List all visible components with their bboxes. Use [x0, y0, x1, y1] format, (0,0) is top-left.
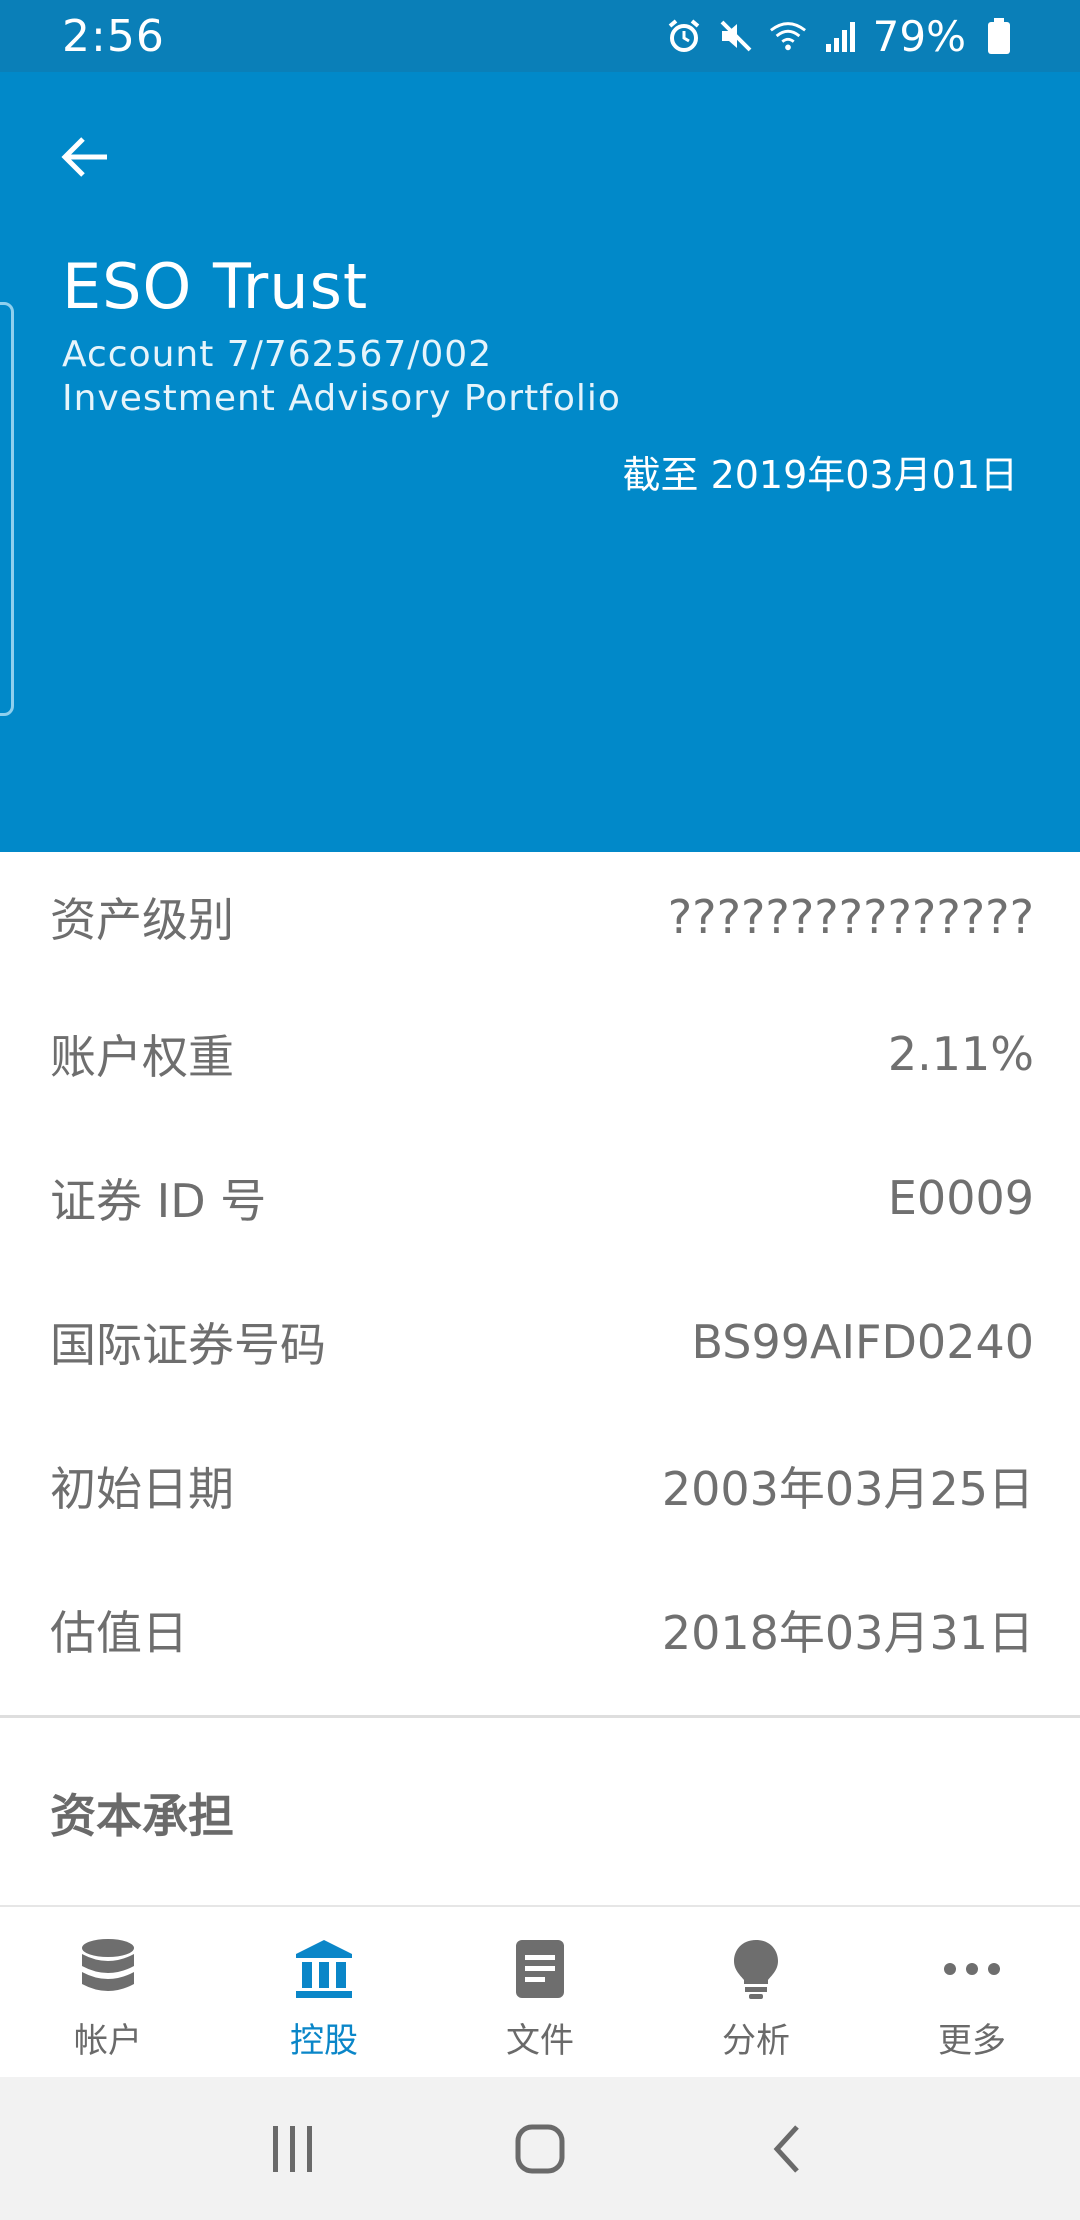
nav-holdings[interactable]: 控股	[216, 1907, 432, 2077]
detail-row-isin: 国际证券号码 BS99AIFD0240	[0, 1270, 1080, 1414]
bottom-navigation: 帐户 控股 文件 分析 更多	[0, 1905, 1080, 2077]
detail-value: BS99AIFD0240	[691, 1315, 1034, 1369]
account-name: ESO Trust	[62, 250, 369, 323]
detail-label: 初始日期	[50, 1462, 234, 1516]
detail-value: ???????????????	[667, 890, 1034, 944]
account-type: Investment Advisory Portfolio	[62, 378, 621, 419]
section-title[interactable]: 资本承担	[50, 1780, 234, 1846]
nav-analysis[interactable]: 分析	[648, 1907, 864, 2077]
nav-label: 帐户	[74, 2021, 142, 2061]
lightbulb-icon	[724, 1937, 788, 2001]
detail-value: 2.11%	[887, 1027, 1034, 1081]
home-button[interactable]	[495, 2104, 585, 2194]
nav-label: 分析	[722, 2021, 790, 2061]
recents-icon	[273, 2125, 313, 2172]
nav-label: 控股	[290, 2021, 358, 2061]
detail-row-account-weight: 账户权重 2.11%	[0, 982, 1080, 1126]
as-of-date: 截至 2019年03月01日	[622, 453, 1019, 497]
status-time: 2:56	[62, 10, 165, 62]
account-number: Account 7/762567/002	[62, 334, 493, 375]
detail-label: 国际证券号码	[50, 1318, 326, 1372]
detail-row-security-id: 证券 ID 号 E0009	[0, 1126, 1080, 1270]
battery-icon	[980, 17, 1018, 55]
back-button[interactable]	[50, 122, 120, 192]
bank-icon	[292, 1937, 356, 2001]
status-icons: 79%	[665, 12, 1018, 61]
detail-label: 估值日	[50, 1606, 188, 1660]
nav-label: 文件	[506, 2021, 574, 2061]
detail-row-valuation-date: 估值日 2018年03月31日	[0, 1558, 1080, 1702]
detail-value: E0009	[887, 1171, 1034, 1225]
detail-label: 账户权重	[50, 1030, 234, 1084]
recents-button[interactable]	[248, 2104, 338, 2194]
holding-details: 资产级别 ??????????????? 账户权重 2.11% 证券 ID 号 …	[0, 852, 1080, 1702]
mute-icon	[717, 17, 755, 55]
wifi-icon	[769, 17, 807, 55]
arrow-left-icon	[61, 137, 107, 177]
nav-accounts[interactable]: 帐户	[0, 1907, 216, 2077]
status-bar: 2:56 79%	[0, 0, 1080, 72]
detail-label: 资产级别	[50, 893, 234, 947]
detail-label: 证券 ID 号	[50, 1174, 267, 1228]
document-icon	[508, 1937, 572, 2001]
back-icon	[773, 2124, 799, 2173]
detail-value: 2018年03月31日	[661, 1606, 1034, 1660]
alarm-icon	[665, 17, 703, 55]
home-icon	[515, 2124, 565, 2173]
detail-row-inception-date: 初始日期 2003年03月25日	[0, 1414, 1080, 1558]
section-divider	[0, 1715, 1080, 1718]
signal-icon	[821, 17, 859, 55]
more-icon	[940, 1937, 1004, 2001]
detail-row-asset-class: 资产级别 ???????????????	[0, 852, 1080, 982]
nav-label: 更多	[938, 2021, 1006, 2061]
database-icon	[76, 1937, 140, 2001]
system-back-button[interactable]	[742, 2104, 832, 2194]
battery-percent: 79%	[872, 11, 966, 61]
detail-value: 2003年03月25日	[661, 1462, 1034, 1516]
drawer-handle[interactable]	[0, 302, 14, 716]
nav-documents[interactable]: 文件	[432, 1907, 648, 2077]
nav-more[interactable]: 更多	[864, 1907, 1080, 2077]
account-header: ESO Trust Account 7/762567/002 Investmen…	[0, 72, 1080, 852]
system-navigation-bar	[0, 2077, 1080, 2220]
